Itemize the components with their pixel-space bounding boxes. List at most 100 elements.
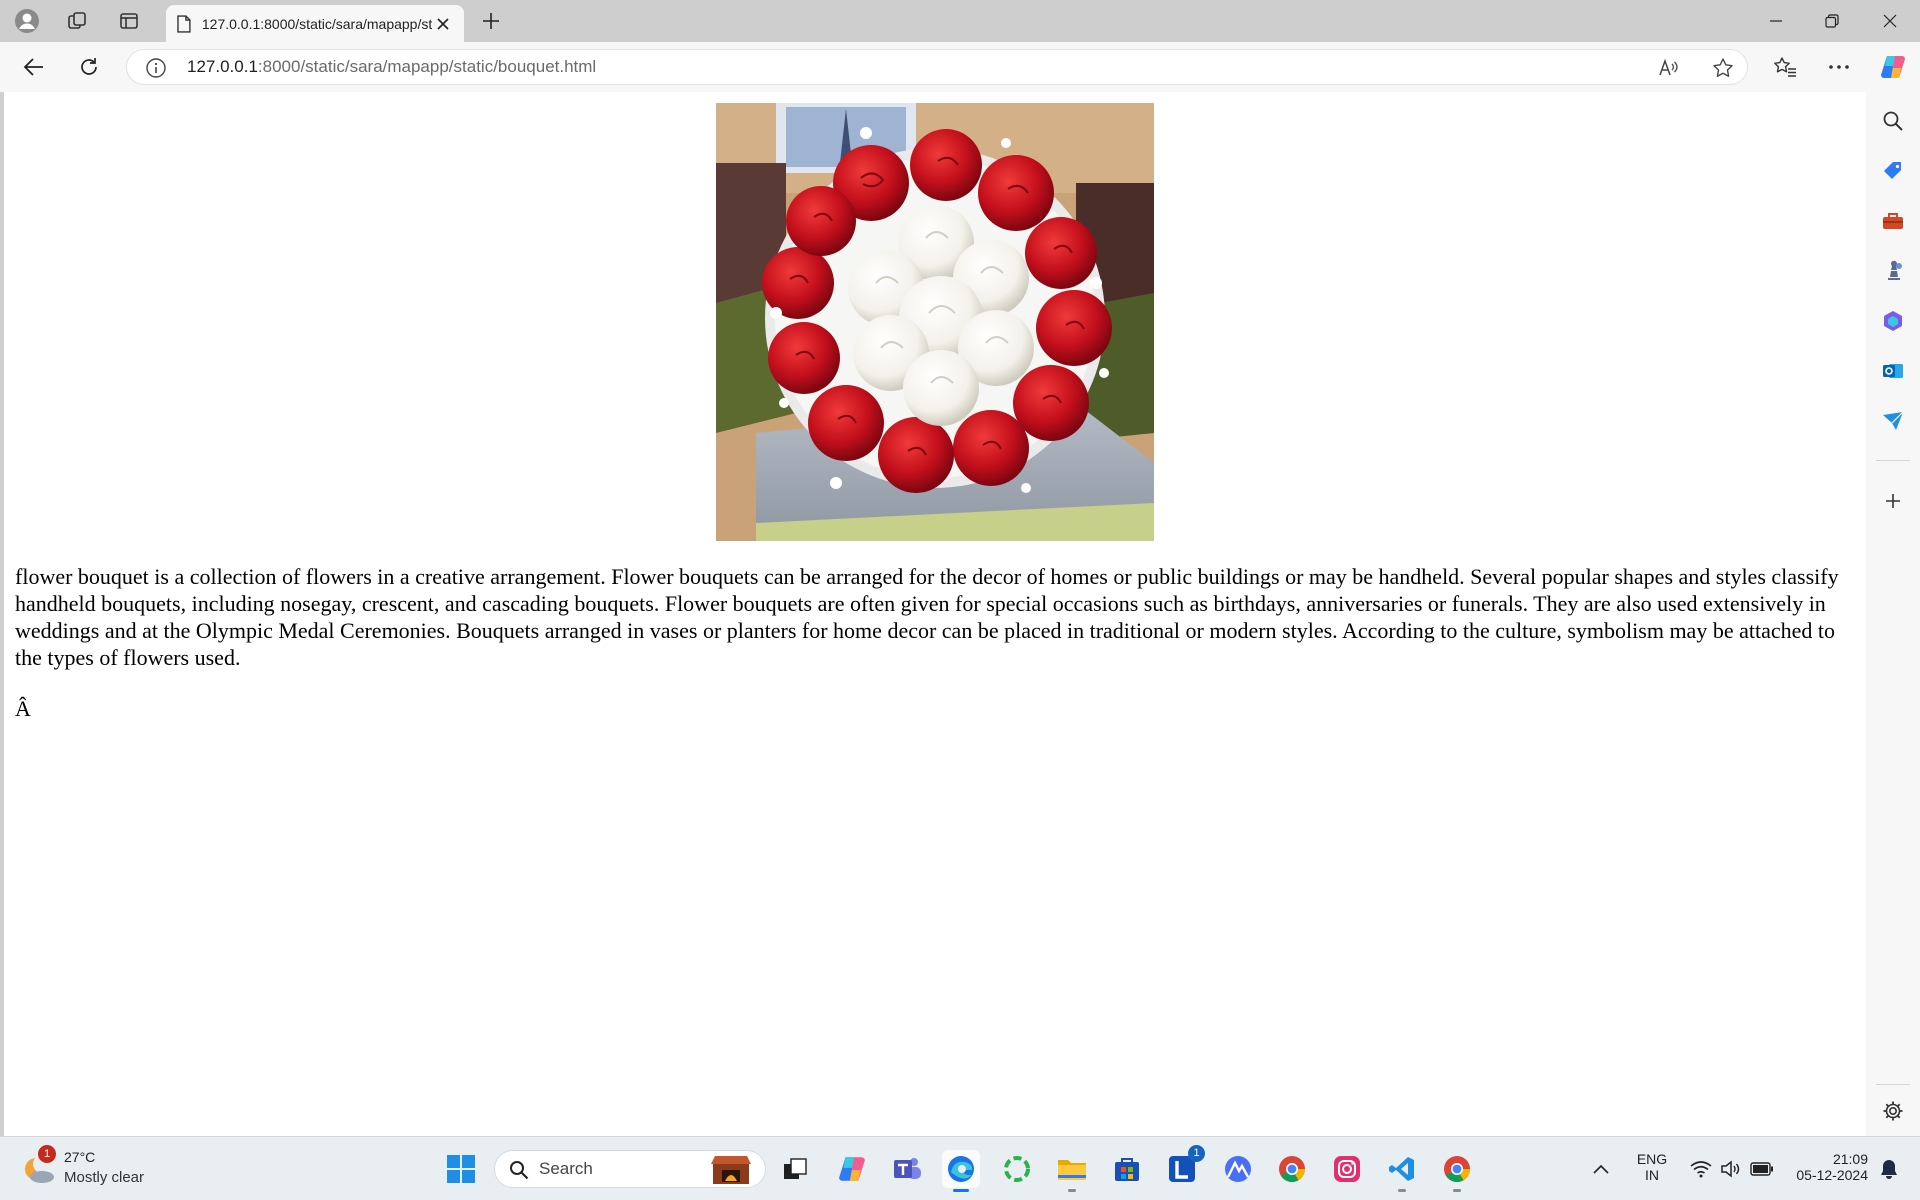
copilot-button[interactable] [1874, 50, 1912, 84]
plus-icon [483, 13, 499, 29]
browser-tab[interactable]: 127.0.0.1:8000/static/sara/mapapp/static… [166, 5, 464, 42]
sidebar-separator-bottom [1876, 1084, 1910, 1085]
store-bag-icon [1115, 1158, 1139, 1181]
bell-icon [1881, 1160, 1897, 1179]
language-indicator[interactable]: ENG IN [1628, 1151, 1676, 1183]
taskbar-vscode[interactable] [1383, 1150, 1421, 1192]
running-indicator [1068, 1189, 1076, 1192]
vertical-tabs-button[interactable] [110, 6, 148, 36]
tab-close-button[interactable] [432, 13, 454, 35]
taskbar-edge[interactable] [942, 1150, 980, 1192]
task-view-button[interactable] [776, 1150, 814, 1188]
clock[interactable]: 21:09 05-12-2024 [1776, 1151, 1868, 1183]
taskbar-chrome-profile[interactable] [1438, 1150, 1476, 1192]
language-region: IN [1645, 1167, 1659, 1183]
stray-character: Â [15, 696, 31, 721]
sidebar-separator [1876, 460, 1910, 461]
search-highlight-icon [711, 1156, 751, 1184]
minimize-button[interactable] [1748, 0, 1804, 42]
bouquet-image [716, 103, 1154, 541]
read-aloud-button[interactable] [1657, 56, 1681, 80]
running-indicator [1398, 1189, 1406, 1192]
address-url[interactable]: 127.0.0.1:8000/static/sara/mapapp/static… [187, 50, 596, 84]
chevron-up-icon [1593, 1164, 1609, 1174]
taskbar-arc-app[interactable] [1219, 1150, 1257, 1188]
clock-date: 05-12-2024 [1796, 1167, 1868, 1183]
workspaces-button[interactable] [58, 6, 96, 36]
vertical-tabs-icon [120, 13, 138, 29]
battery-icon [1750, 1162, 1773, 1176]
settings-more-button[interactable] [1820, 50, 1858, 84]
profile-icon [15, 9, 39, 33]
clock-time: 21:09 [1832, 1151, 1868, 1167]
windows-logo-icon [447, 1155, 475, 1183]
chrome-icon [1279, 1156, 1306, 1183]
address-path: :8000/static/sara/mapapp/static/bouquet.… [257, 57, 597, 76]
taskbar-instagram[interactable] [1328, 1150, 1366, 1188]
show-hidden-icons-button[interactable] [1582, 1150, 1620, 1188]
plus-icon [1886, 494, 1900, 508]
restore-button[interactable] [1804, 0, 1860, 42]
workspaces-icon [68, 12, 86, 29]
sidebar-add-button[interactable] [1878, 486, 1908, 516]
sidebar-outlook-button[interactable] [1878, 356, 1908, 386]
teams-icon [894, 1158, 921, 1179]
taskbar-teams[interactable] [888, 1150, 926, 1188]
favorites-icon [1774, 57, 1796, 77]
taskbar-copilot[interactable] [833, 1150, 871, 1188]
favorite-button[interactable] [1711, 56, 1735, 80]
taskbar-loader-app[interactable] [998, 1150, 1036, 1188]
sidebar-games-button[interactable] [1878, 256, 1908, 286]
notifications-button[interactable] [1870, 1150, 1908, 1188]
taskbar-file-explorer[interactable] [1053, 1150, 1091, 1192]
favorites-button[interactable] [1766, 50, 1804, 84]
page-icon [177, 14, 191, 33]
site-info-icon[interactable] [145, 57, 167, 79]
l-app-badge: 1 [1188, 1145, 1205, 1162]
new-tab-button[interactable] [472, 6, 510, 36]
arrow-left-icon [23, 58, 43, 76]
system-tray-status[interactable] [1680, 1150, 1784, 1188]
more-dots-icon [1829, 65, 1849, 69]
sidebar-office-button[interactable] [1878, 306, 1908, 336]
sidebar-shopping-button[interactable] [1878, 156, 1908, 186]
copilot-icon [839, 1157, 865, 1181]
search-icon [510, 1161, 529, 1180]
search-placeholder: Search [539, 1159, 593, 1178]
taskbar-chrome[interactable] [1273, 1150, 1311, 1188]
address-host: 127.0.0.1 [187, 57, 258, 76]
chrome-icon [1444, 1156, 1471, 1183]
close-window-button[interactable] [1862, 0, 1918, 42]
address-bar[interactable]: 127.0.0.1:8000/static/sara/mapapp/static… [126, 49, 1748, 85]
bouquet-description: flower bouquet is a collection of flower… [15, 564, 1839, 670]
copilot-icon [1881, 56, 1905, 78]
sidebar-drop-button[interactable] [1878, 406, 1908, 436]
sidebar-search-button[interactable] [1878, 106, 1908, 136]
search-icon [1883, 111, 1903, 131]
refresh-button[interactable] [70, 50, 108, 84]
sidebar-tools-button[interactable] [1878, 206, 1908, 236]
taskbar-store[interactable] [1108, 1150, 1146, 1188]
language-code: ENG [1636, 1151, 1668, 1167]
restore-icon [1825, 14, 1839, 28]
task-view-icon [784, 1158, 807, 1179]
minimize-icon [1770, 20, 1782, 22]
star-icon [1713, 58, 1733, 77]
back-button[interactable] [15, 50, 53, 84]
weather-widget[interactable]: 1 27°C Mostly clear [22, 1145, 182, 1191]
microsoft365-icon [1884, 311, 1902, 331]
profile-button[interactable] [8, 6, 46, 36]
edge-sidebar [1866, 92, 1920, 1136]
browser-toolbar: 127.0.0.1:8000/static/sara/mapapp/static… [0, 42, 1920, 92]
taskbar-l-app[interactable]: 1 [1163, 1145, 1205, 1188]
refresh-icon [81, 58, 97, 75]
mountain-icon [1225, 1156, 1251, 1182]
instagram-icon [1334, 1156, 1360, 1182]
running-indicator [1453, 1189, 1461, 1192]
sidebar-settings-button[interactable] [1878, 1096, 1908, 1126]
read-aloud-icon [1659, 58, 1678, 76]
vscode-icon [1389, 1157, 1414, 1181]
taskbar-search[interactable]: Search [494, 1150, 766, 1188]
start-button[interactable] [442, 1150, 480, 1188]
weather-badge: 1 [38, 1145, 56, 1163]
